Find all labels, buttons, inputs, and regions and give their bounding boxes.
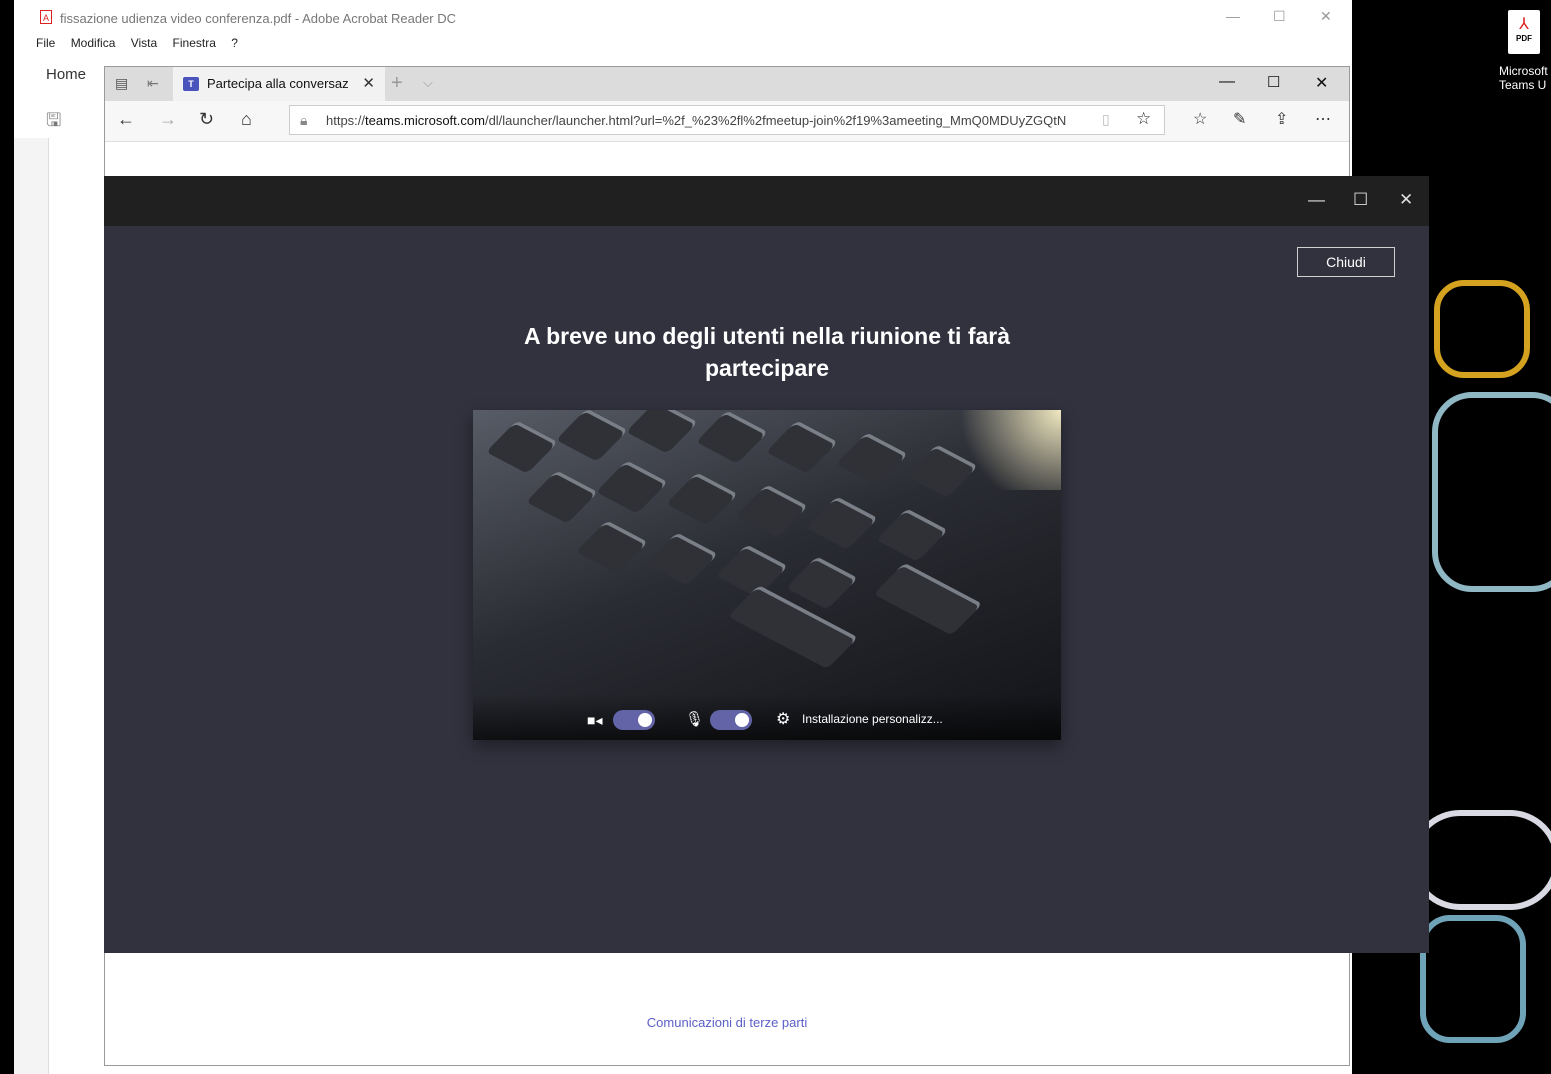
tab-teams[interactable]: T Partecipa alla conversaz ✕: [173, 67, 385, 101]
teams-window: — ☐ ✕ Chiudi A breve uno degli utenti ne…: [104, 176, 1429, 953]
minimize-icon[interactable]: —: [1308, 190, 1325, 210]
set-aside-tabs-icon[interactable]: ⇤: [147, 75, 159, 92]
microphone-toggle[interactable]: [710, 710, 752, 730]
device-settings-link[interactable]: Installazione personalizz...: [802, 712, 943, 726]
desktop-wallpaper-shape: [1432, 392, 1551, 592]
pdf-icon: A: [40, 10, 52, 24]
close-icon[interactable]: ✕: [1399, 190, 1413, 210]
desktop-wallpaper-shape: [1410, 810, 1551, 910]
menu-vista[interactable]: Vista: [131, 36, 157, 50]
minimize-icon[interactable]: —: [1226, 8, 1240, 24]
desktop-shortcut[interactable]: ⅄ PDF Microsoft Teams U: [1496, 10, 1551, 94]
star-icon[interactable]: ☆: [1136, 109, 1151, 129]
url-path: /dl/launcher/launcher.html?url=%2f_%23%2…: [484, 113, 1067, 128]
gear-icon[interactable]: ⚙: [776, 709, 790, 729]
favorites-icon[interactable]: ☆: [1193, 109, 1207, 129]
desktop-wallpaper-shape: [1434, 280, 1530, 378]
chevron-down-icon[interactable]: ⌵: [423, 75, 433, 91]
tab-preview-icon[interactable]: ▤: [115, 75, 128, 92]
reading-view-icon[interactable]: ▯: [1102, 111, 1110, 128]
camera-preview: ■◂ 🎙︎ ⚙ Installazione personalizz...: [473, 410, 1061, 740]
forward-icon[interactable]: →: [159, 109, 177, 130]
menu-file[interactable]: File: [36, 36, 55, 50]
menu-finestra[interactable]: Finestra: [173, 36, 216, 50]
lobby-message: A breve uno degli utenti nella riunione …: [523, 323, 1011, 381]
close-icon[interactable]: ✕: [1320, 8, 1332, 25]
pen-icon[interactable]: ✎: [1233, 109, 1246, 129]
acrobat-left-panel: [14, 138, 49, 1074]
acrobat-window-title: fissazione udienza video conferenza.pdf …: [60, 11, 457, 26]
maximize-icon[interactable]: ☐: [1353, 190, 1368, 210]
url-prefix: https://: [326, 113, 366, 128]
minimize-icon[interactable]: —: [1219, 73, 1235, 91]
tab-label: Partecipa alla conversaz: [207, 76, 349, 91]
edge-navbar: ← → ↻ ⌂ 🔒︎ https://teams.microsoft.com/d…: [105, 101, 1349, 142]
pdf-file-icon: ⅄ PDF: [1508, 10, 1540, 54]
menu-help[interactable]: ?: [231, 36, 238, 50]
teams-icon: T: [183, 77, 199, 91]
close-icon[interactable]: ✕: [1315, 73, 1328, 93]
url-domain: teams.microsoft.com: [365, 113, 485, 128]
desktop-wallpaper-shape: [1420, 915, 1526, 1043]
edge-tabbar: ▤ ⇤ T Partecipa alla conversaz ✕ + ⌵ — ☐…: [105, 67, 1349, 101]
tab-close-icon[interactable]: ✕: [362, 74, 375, 92]
acrobat-titlebar: A fissazione udienza video conferenza.pd…: [14, 0, 1352, 36]
camera-icon: ■◂: [587, 712, 603, 728]
home-icon[interactable]: ⌂: [241, 109, 252, 130]
maximize-icon[interactable]: ☐: [1267, 73, 1280, 91]
microphone-icon: 🎙︎: [685, 711, 705, 728]
third-party-notices-link[interactable]: Comunicazioni di terze parti: [105, 1015, 1349, 1030]
new-tab-icon[interactable]: +: [391, 72, 403, 95]
menu-modifica[interactable]: Modifica: [71, 36, 116, 50]
address-bar[interactable]: 🔒︎ https://teams.microsoft.com/dl/launch…: [289, 105, 1165, 135]
back-icon[interactable]: ←: [117, 109, 135, 130]
desktop-shortcut-label: Microsoft Teams U: [1499, 64, 1548, 92]
lock-icon: 🔒︎: [300, 112, 308, 128]
home-tab[interactable]: Home: [46, 66, 86, 83]
acrobat-menubar: File Modifica Vista Finestra ?: [36, 36, 250, 54]
close-button[interactable]: Chiudi: [1297, 247, 1395, 277]
maximize-icon[interactable]: ☐: [1273, 8, 1286, 25]
url-text: https://teams.microsoft.com/dl/launcher/…: [326, 113, 1102, 128]
more-icon[interactable]: ⋯: [1315, 109, 1331, 129]
device-controls: ■◂ 🎙︎ ⚙ Installazione personalizz...: [473, 694, 1061, 740]
refresh-icon[interactable]: ↻: [199, 109, 214, 130]
teams-titlebar: — ☐ ✕: [104, 176, 1429, 226]
camera-toggle[interactable]: [613, 710, 655, 730]
save-icon[interactable]: 🖫: [46, 108, 61, 138]
share-icon[interactable]: ⇪: [1275, 109, 1288, 129]
